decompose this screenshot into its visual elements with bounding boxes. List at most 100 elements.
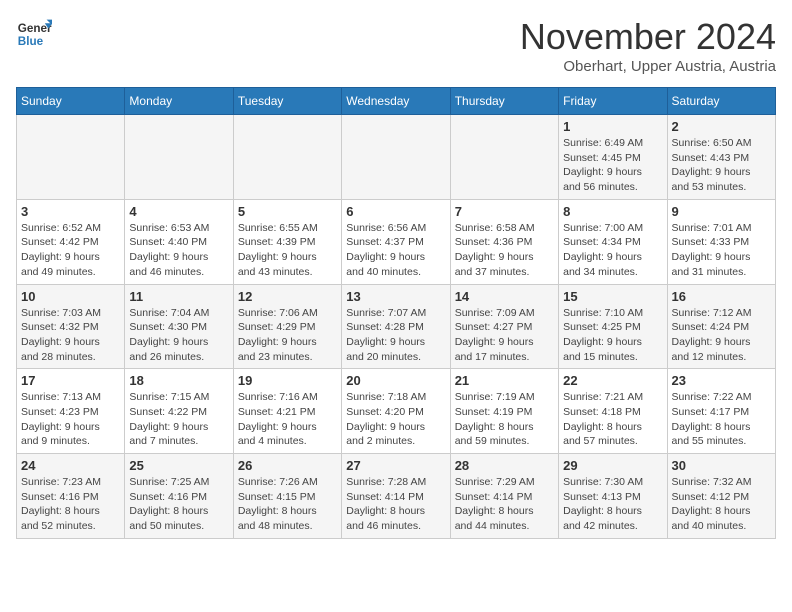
day-cell: 5 Sunrise: 6:55 AM Sunset: 4:39 PM Daylig… [233,199,341,284]
day-number: 29 [563,458,662,473]
day-info: Sunrise: 7:26 AM Sunset: 4:15 PM Dayligh… [238,475,337,534]
weekday-header-thursday: Thursday [450,88,558,115]
day-cell: 24 Sunrise: 7:23 AM Sunset: 4:16 PM Dayli… [17,454,125,539]
day-info: Sunrise: 7:28 AM Sunset: 4:14 PM Dayligh… [346,475,445,534]
day-cell: 4 Sunrise: 6:53 AM Sunset: 4:40 PM Daylig… [125,199,233,284]
day-cell [233,115,341,200]
day-info: Sunrise: 7:18 AM Sunset: 4:20 PM Dayligh… [346,390,445,449]
day-cell [450,115,558,200]
week-row-2: 3Sunrise: 6:52 AM Sunset: 4:42 PM Daylig… [17,199,776,284]
weekday-header-friday: Friday [559,88,667,115]
day-number: 16 [672,289,771,304]
day-number: 1 [563,119,662,134]
day-number: 24 [21,458,120,473]
day-info: Sunrise: 6:58 AM Sunset: 4:36 PM Dayligh… [455,221,554,280]
day-number: 2 [672,119,771,134]
week-row-1: 1 Sunrise: 6:49 AM Sunset: 4:45 PM Daylig… [17,115,776,200]
day-info: Sunrise: 7:19 AM Sunset: 4:19 PM Dayligh… [455,390,554,449]
day-cell [125,115,233,200]
day-number: 23 [672,373,771,388]
weekday-header-saturday: Saturday [667,88,775,115]
day-info: Sunrise: 7:06 AM Sunset: 4:29 PM Dayligh… [238,306,337,365]
day-cell [342,115,450,200]
day-number: 27 [346,458,445,473]
day-number: 10 [21,289,120,304]
day-number: 4 [129,204,228,219]
day-cell: 12 Sunrise: 7:06 AM Sunset: 4:29 PM Dayli… [233,284,341,369]
day-info: Sunrise: 7:07 AM Sunset: 4:28 PM Dayligh… [346,306,445,365]
month-title: November 2024 [520,16,776,58]
week-row-5: 24 Sunrise: 7:23 AM Sunset: 4:16 PM Dayli… [17,454,776,539]
day-number: 9 [672,204,771,219]
day-info: Sunrise: 7:03 AM Sunset: 4:32 PM Dayligh… [21,306,120,365]
day-info: Sunrise: 6:53 AM Sunset: 4:40 PM Dayligh… [129,221,228,280]
day-info: Sunrise: 7:10 AM Sunset: 4:25 PM Dayligh… [563,306,662,365]
day-number: 18 [129,373,228,388]
day-number: 11 [129,289,228,304]
svg-text:Blue: Blue [18,35,44,48]
day-cell: 7 Sunrise: 6:58 AM Sunset: 4:36 PM Daylig… [450,199,558,284]
logo-icon: General Blue [16,16,52,52]
day-cell [17,115,125,200]
day-cell: 29 Sunrise: 7:30 AM Sunset: 4:13 PM Dayli… [559,454,667,539]
day-cell: 19 Sunrise: 7:16 AM Sunset: 4:21 PM Dayli… [233,369,341,454]
day-info: Sunrise: 7:04 AM Sunset: 4:30 PM Dayligh… [129,306,228,365]
day-cell: 3Sunrise: 6:52 AM Sunset: 4:42 PM Daylig… [17,199,125,284]
day-cell: 30 Sunrise: 7:32 AM Sunset: 4:12 PM Dayli… [667,454,775,539]
day-cell: 18 Sunrise: 7:15 AM Sunset: 4:22 PM Dayli… [125,369,233,454]
day-cell: 6Sunrise: 6:56 AM Sunset: 4:37 PM Daylig… [342,199,450,284]
logo: General Blue [16,16,52,52]
day-info: Sunrise: 7:30 AM Sunset: 4:13 PM Dayligh… [563,475,662,534]
day-info: Sunrise: 7:32 AM Sunset: 4:12 PM Dayligh… [672,475,771,534]
day-cell: 23 Sunrise: 7:22 AM Sunset: 4:17 PM Dayli… [667,369,775,454]
day-number: 5 [238,204,337,219]
day-number: 17 [21,373,120,388]
day-info: Sunrise: 7:22 AM Sunset: 4:17 PM Dayligh… [672,390,771,449]
day-cell: 10 Sunrise: 7:03 AM Sunset: 4:32 PM Dayli… [17,284,125,369]
day-info: Sunrise: 7:16 AM Sunset: 4:21 PM Dayligh… [238,390,337,449]
day-info: Sunrise: 7:29 AM Sunset: 4:14 PM Dayligh… [455,475,554,534]
calendar-table: SundayMondayTuesdayWednesdayThursdayFrid… [16,87,776,539]
day-cell: 16 Sunrise: 7:12 AM Sunset: 4:24 PM Dayli… [667,284,775,369]
day-cell: 2 Sunrise: 6:50 AM Sunset: 4:43 PM Daylig… [667,115,775,200]
day-info: Sunrise: 7:25 AM Sunset: 4:16 PM Dayligh… [129,475,228,534]
day-info: Sunrise: 7:12 AM Sunset: 4:24 PM Dayligh… [672,306,771,365]
day-cell: 28 Sunrise: 7:29 AM Sunset: 4:14 PM Dayli… [450,454,558,539]
weekday-header-sunday: Sunday [17,88,125,115]
day-cell: 9Sunrise: 7:01 AM Sunset: 4:33 PM Daylig… [667,199,775,284]
weekday-header-wednesday: Wednesday [342,88,450,115]
day-info: Sunrise: 7:21 AM Sunset: 4:18 PM Dayligh… [563,390,662,449]
day-number: 28 [455,458,554,473]
day-number: 13 [346,289,445,304]
day-number: 25 [129,458,228,473]
title-area: November 2024 Oberhart, Upper Austria, A… [520,16,776,75]
day-info: Sunrise: 6:49 AM Sunset: 4:45 PM Dayligh… [563,136,662,195]
day-number: 26 [238,458,337,473]
day-cell: 25 Sunrise: 7:25 AM Sunset: 4:16 PM Dayli… [125,454,233,539]
day-cell: 22Sunrise: 7:21 AM Sunset: 4:18 PM Dayli… [559,369,667,454]
day-cell: 11 Sunrise: 7:04 AM Sunset: 4:30 PM Dayli… [125,284,233,369]
day-cell: 21 Sunrise: 7:19 AM Sunset: 4:19 PM Dayli… [450,369,558,454]
day-cell: 17 Sunrise: 7:13 AM Sunset: 4:23 PM Dayli… [17,369,125,454]
day-cell: 14Sunrise: 7:09 AM Sunset: 4:27 PM Dayli… [450,284,558,369]
day-number: 21 [455,373,554,388]
weekday-header-monday: Monday [125,88,233,115]
day-info: Sunrise: 6:50 AM Sunset: 4:43 PM Dayligh… [672,136,771,195]
day-info: Sunrise: 6:52 AM Sunset: 4:42 PM Dayligh… [21,221,120,280]
day-number: 20 [346,373,445,388]
day-info: Sunrise: 6:55 AM Sunset: 4:39 PM Dayligh… [238,221,337,280]
day-info: Sunrise: 7:00 AM Sunset: 4:34 PM Dayligh… [563,221,662,280]
day-info: Sunrise: 7:15 AM Sunset: 4:22 PM Dayligh… [129,390,228,449]
day-info: Sunrise: 7:23 AM Sunset: 4:16 PM Dayligh… [21,475,120,534]
day-number: 19 [238,373,337,388]
day-number: 8 [563,204,662,219]
day-number: 7 [455,204,554,219]
day-info: Sunrise: 7:13 AM Sunset: 4:23 PM Dayligh… [21,390,120,449]
day-cell: 26 Sunrise: 7:26 AM Sunset: 4:15 PM Dayli… [233,454,341,539]
day-cell: 1 Sunrise: 6:49 AM Sunset: 4:45 PM Daylig… [559,115,667,200]
day-number: 12 [238,289,337,304]
day-cell: 13 Sunrise: 7:07 AM Sunset: 4:28 PM Dayli… [342,284,450,369]
location-title: Oberhart, Upper Austria, Austria [520,58,776,75]
day-number: 30 [672,458,771,473]
weekday-header-row: SundayMondayTuesdayWednesdayThursdayFrid… [17,88,776,115]
